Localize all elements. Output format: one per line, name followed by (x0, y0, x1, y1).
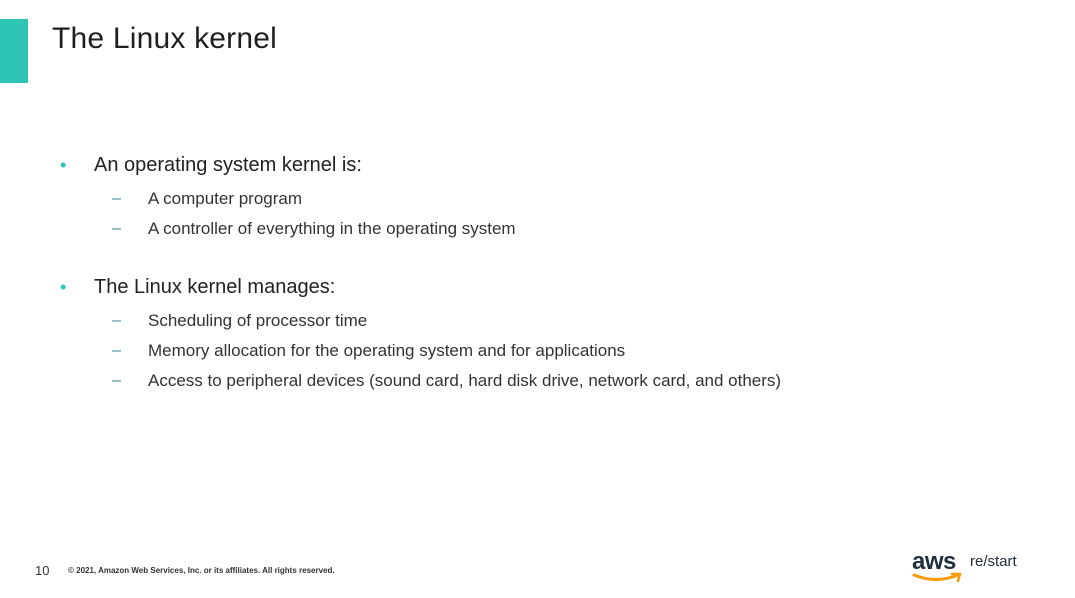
bullet-dot-icon: • (60, 155, 67, 175)
bullet-section: • An operating system kernel is: – A com… (60, 150, 1020, 244)
sub-bullet-item: – Memory allocation for the operating sy… (60, 336, 1020, 366)
sub-bullet-text: A controller of everything in the operat… (148, 219, 516, 238)
slide-content: • An operating system kernel is: – A com… (60, 150, 1020, 424)
sub-bullet-text: Access to peripheral devices (sound card… (148, 371, 782, 390)
dash-icon: – (112, 342, 121, 359)
sub-bullet-text: Memory allocation for the operating syst… (148, 341, 626, 360)
bullet-section: • The Linux kernel manages: – Scheduling… (60, 272, 1020, 396)
slide-title: The Linux kernel (52, 22, 277, 55)
bullet-heading: The Linux kernel manages: (94, 275, 336, 298)
sub-bullet-item: – A computer program (60, 184, 1020, 214)
dash-icon: – (112, 220, 121, 237)
copyright-notice: © 2021, Amazon Web Services, Inc. or its… (68, 566, 335, 575)
dash-icon: – (112, 312, 121, 329)
sub-bullet-text: A computer program (148, 189, 303, 208)
title-accent-bar (0, 19, 28, 83)
bullet-item: • The Linux kernel manages: (60, 272, 1020, 302)
sub-bullet-text: Scheduling of processor time (148, 311, 368, 330)
sub-bullet-item: – A controller of everything in the oper… (60, 214, 1020, 244)
bullet-dot-icon: • (60, 277, 67, 297)
bullet-item: • An operating system kernel is: (60, 150, 1020, 180)
sub-bullet-item: – Access to peripheral devices (sound ca… (60, 366, 1020, 396)
sub-bullet-list: – Scheduling of processor time – Memory … (60, 306, 1020, 396)
logo-product: re/start (970, 553, 1017, 570)
bullet-heading: An operating system kernel is: (94, 153, 362, 176)
sub-bullet-list: – A computer program – A controller of e… (60, 184, 1020, 244)
sub-bullet-item: – Scheduling of processor time (60, 306, 1020, 336)
page-number: 10 (35, 563, 50, 578)
aws-smile-icon (912, 572, 962, 583)
dash-icon: – (112, 372, 121, 389)
dash-icon: – (112, 190, 121, 207)
aws-restart-logo: aws re/start (912, 548, 1032, 588)
